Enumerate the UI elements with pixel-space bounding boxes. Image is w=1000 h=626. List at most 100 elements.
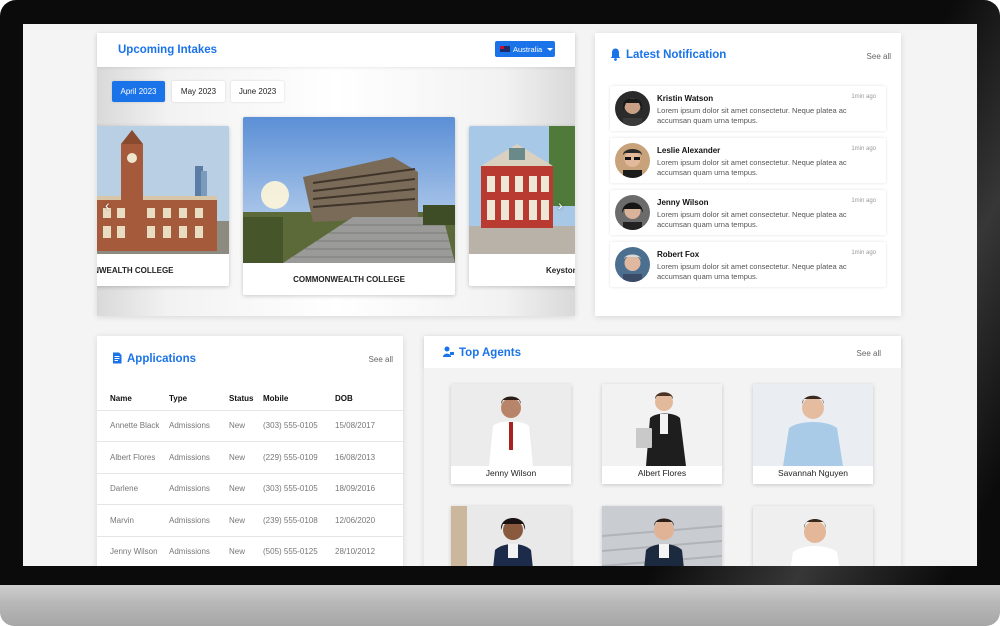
applications-see-all-link[interactable]: See all [369,355,393,364]
avatar [615,195,650,230]
cell-dob: 15/08/2017 [335,410,403,442]
column-header[interactable]: Mobile [263,388,335,411]
table-row[interactable]: Annette Black Admissions New (303) 555-0… [97,410,403,442]
college-image [243,117,455,263]
table-row[interactable]: Jenny Wilson Admissions New (505) 555-01… [97,536,403,566]
cell-status: New [229,473,263,505]
agent-card[interactable]: Albert Flores [602,384,722,484]
agent-card[interactable]: Savannah Nguyen [753,384,873,484]
notification-sender: Jenny Wilson [657,198,709,207]
college-card-featured[interactable]: COMMONWEALTH COLLEGE [243,117,455,295]
notification-sender: Kristin Watson [657,94,714,103]
agents-title: Top Agents [459,347,521,359]
notification-time: 1min ago [851,94,876,100]
cell-status: New [229,504,263,537]
cell-mobile: (303) 555-0105 [263,473,335,505]
notification-item[interactable]: Jenny Wilson 1min ago Lorem ipsum dolor … [610,190,886,235]
upcoming-intakes-card: Upcoming Intakes Australia April 2023 Ma… [97,33,575,316]
agent-card[interactable] [451,506,571,566]
cell-mobile: (239) 555-0108 [263,504,335,537]
caret-down-icon [547,47,554,51]
intakes-header: Upcoming Intakes Australia [97,33,575,67]
cell-status: New [229,410,263,442]
cell-dob: 18/09/2016 [335,473,403,505]
applications-table: Name Type Status Mobile DOB Annette Blac… [97,388,403,566]
cell-type: Admissions [169,473,229,505]
notifications-see-all-link[interactable]: See all [867,52,891,61]
monitor-chin [0,585,1000,626]
college-name: COMMONWEALTH COLLEGE [293,275,405,284]
cell-type: Admissions [169,441,229,474]
chevron-left-icon[interactable]: ‹ [105,197,110,213]
tab-april-2023[interactable]: April 2023 [112,81,165,102]
country-dropdown[interactable]: Australia [495,41,555,57]
table-row[interactable]: Marvin Admissions New (239) 555-0108 12/… [97,504,403,537]
notification-text: Lorem ipsum dolor sit amet consectetur. … [657,262,847,281]
intakes-carousel: April 2023 May 2023 June 2023 WEALTH COL… [97,67,575,316]
college-name: Keystone [546,266,575,275]
agents-see-all-link[interactable]: See all [857,349,881,358]
agent-card[interactable]: Jenny Wilson [451,384,571,484]
cell-mobile: (505) 555-0125 [263,536,335,566]
tab-june-2023[interactable]: June 2023 [231,81,284,102]
notification-time: 1min ago [851,146,876,152]
column-header[interactable]: Name [97,388,169,411]
cell-dob: 12/06/2020 [335,504,403,537]
notification-item[interactable]: Leslie Alexander 1min ago Lorem ipsum do… [610,138,886,183]
agent-name: Jenny Wilson [485,468,537,478]
app-screen: Upcoming Intakes Australia April 2023 Ma… [23,24,977,566]
cell-name: Darlene [97,473,169,505]
cell-type: Admissions [169,410,229,442]
agent-photo [602,384,722,466]
cell-type: Admissions [169,536,229,566]
agent-name: Savannah Nguyen [778,468,848,478]
agent-photo [753,506,873,566]
notification-text: Lorem ipsum dolor sit amet consectetur. … [657,210,847,229]
bell-icon [610,48,621,61]
notification-text: Lorem ipsum dolor sit amet consectetur. … [657,106,847,125]
table-row[interactable]: Darlene Admissions New (303) 555-0105 18… [97,473,403,505]
agent-photo [753,384,873,466]
tab-may-2023[interactable]: May 2023 [172,81,225,102]
notification-item[interactable]: Kristin Watson 1min ago Lorem ipsum dolo… [610,86,886,131]
country-label: Australia [513,44,543,54]
notification-time: 1min ago [851,198,876,204]
college-card[interactable]: ONWEALTH COLLEGE [97,126,229,286]
avatar [615,91,650,126]
chevron-right-icon[interactable]: › [558,197,563,213]
column-header[interactable]: Status [229,388,263,411]
notification-sender: Leslie Alexander [657,146,721,155]
avatar [615,247,650,282]
cell-dob: 28/10/2012 [335,536,403,566]
college-name: ONWEALTH COLLEGE [97,266,174,275]
table-row[interactable]: Albert Flores Admissions New (229) 555-0… [97,441,403,474]
cell-dob: 16/08/2013 [335,441,403,474]
australia-flag-icon [500,46,510,52]
cell-name: Annette Black [97,410,169,442]
cell-mobile: (303) 555-0105 [263,410,335,442]
cell-status: New [229,441,263,474]
document-icon [113,352,122,364]
agent-photo [602,506,722,566]
agent-name: Albert Flores [637,468,687,478]
agent-photo [451,506,571,566]
college-image [97,126,229,254]
column-header[interactable]: Type [169,388,229,411]
cell-name: Jenny Wilson [97,536,169,566]
top-agents-card: Top Agents See all Jenny Wilson Albert F… [424,336,901,566]
agent-card[interactable] [602,506,722,566]
cell-name: Albert Flores [97,441,169,474]
cell-mobile: (229) 555-0109 [263,441,335,474]
applications-card: Applications See all Name Type Status Mo… [97,336,403,566]
agent-photo [451,384,571,466]
column-header[interactable]: DOB [335,388,403,411]
latest-notification-card: Latest Notification See all Kristin Wats… [595,33,901,316]
avatar [615,143,650,178]
notification-item[interactable]: Robert Fox 1min ago Lorem ipsum dolor si… [610,242,886,287]
notification-title: Latest Notification [626,49,727,61]
college-image [469,126,575,254]
monitor-frame: Upcoming Intakes Australia April 2023 Ma… [0,0,1000,585]
agent-icon [443,346,454,357]
agent-card[interactable] [753,506,873,566]
notification-text: Lorem ipsum dolor sit amet consectetur. … [657,158,847,177]
